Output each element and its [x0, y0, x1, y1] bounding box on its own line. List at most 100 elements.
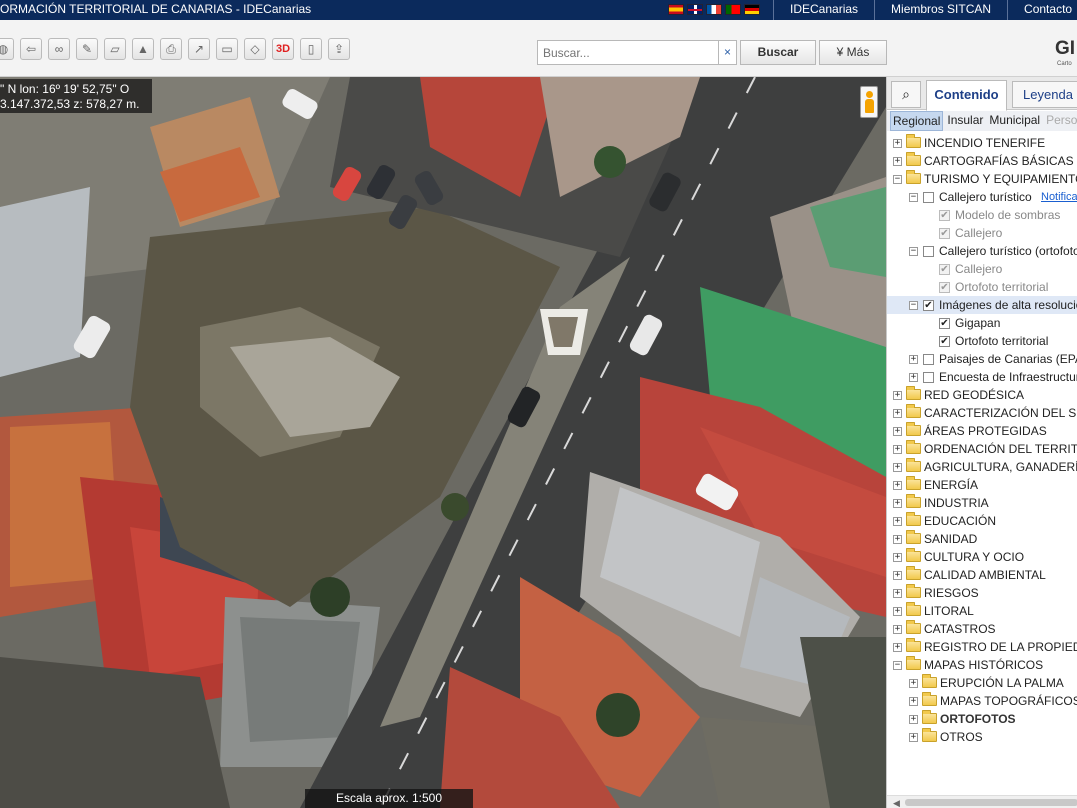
subtab-personal[interactable]: Perso: [1044, 111, 1077, 131]
street-view-pegman-icon[interactable]: [860, 86, 878, 118]
scroll-left-icon[interactable]: ◀: [893, 798, 900, 808]
link-idecanarias[interactable]: IDECanarias: [773, 0, 874, 20]
expand-icon[interactable]: +: [909, 679, 918, 688]
expand-icon[interactable]: +: [893, 553, 902, 562]
expand-icon[interactable]: +: [893, 391, 902, 400]
scrollbar-thumb[interactable]: [905, 799, 1077, 806]
layer-tree-node[interactable]: ✔ Gigapan: [887, 314, 1077, 332]
tab-contenido[interactable]: Contenido: [926, 80, 1007, 111]
layer-checkbox[interactable]: ✔: [939, 264, 950, 275]
subtab-regional[interactable]: Regional: [890, 111, 944, 131]
layer-tree-node[interactable]: + AGRICULTURA, GANADERÍA y: [887, 458, 1077, 476]
layer-checkbox[interactable]: ✔: [939, 318, 950, 329]
layer-tree-node[interactable]: + LITORAL: [887, 602, 1077, 620]
profile-icon[interactable]: ▲: [132, 38, 154, 60]
spanish-flag-icon[interactable]: [668, 4, 684, 15]
layer-tree-node[interactable]: − Callejero turístico (ortofoto: [887, 242, 1077, 260]
layer-tree-node[interactable]: − TURISMO Y EQUIPAMIENTOS: [887, 170, 1077, 188]
layer-tree-node[interactable]: + CARTOGRAFÍAS BÁSICAS: [887, 152, 1077, 170]
notification-link[interactable]: Notifica: [1041, 188, 1077, 206]
expand-icon[interactable]: +: [893, 445, 902, 454]
french-flag-icon[interactable]: [706, 4, 722, 15]
link-icon[interactable]: ∞: [48, 38, 70, 60]
expand-icon[interactable]: +: [893, 499, 902, 508]
subtab-municipal[interactable]: Municipal: [987, 111, 1042, 131]
expand-icon[interactable]: +: [893, 607, 902, 616]
layer-checkbox[interactable]: [923, 246, 934, 257]
expand-icon[interactable]: +: [893, 589, 902, 598]
expand-icon[interactable]: +: [893, 463, 902, 472]
layer-tree-node[interactable]: + EDUCACIÓN: [887, 512, 1077, 530]
book-icon[interactable]: ▯: [300, 38, 322, 60]
dimension-icon[interactable]: ▭: [216, 38, 238, 60]
expand-icon[interactable]: +: [893, 535, 902, 544]
layer-tree-node[interactable]: + CARACTERIZACIÓN DEL SUEL: [887, 404, 1077, 422]
layer-tree-node[interactable]: + INCENDIO TENERIFE: [887, 134, 1077, 152]
layer-tree-node[interactable]: + ERUPCIÓN LA PALMA: [887, 674, 1077, 692]
expand-icon[interactable]: +: [893, 139, 902, 148]
layer-tree-node[interactable]: + Paisajes de Canarias (EPAN: [887, 350, 1077, 368]
layer-checkbox[interactable]: ✔: [939, 228, 950, 239]
layer-tree-node[interactable]: + INDUSTRIA: [887, 494, 1077, 512]
layer-tree-node[interactable]: + CALIDAD AMBIENTAL: [887, 566, 1077, 584]
expand-icon[interactable]: +: [909, 373, 918, 382]
layers-icon[interactable]: ◇: [244, 38, 266, 60]
collapse-icon[interactable]: −: [909, 247, 918, 256]
english-flag-icon[interactable]: [687, 4, 703, 15]
layer-tree-node[interactable]: ✔ Ortofoto territorial: [887, 332, 1077, 350]
layer-tree-node[interactable]: + CATASTROS: [887, 620, 1077, 638]
globe-icon[interactable]: ◍: [0, 38, 14, 60]
subtab-insular[interactable]: Insular: [945, 111, 985, 131]
link-contacto[interactable]: Contacto: [1007, 0, 1077, 20]
collapse-icon[interactable]: −: [893, 661, 902, 670]
layer-checkbox[interactable]: ✔: [923, 300, 934, 311]
pencil-icon[interactable]: ✎: [76, 38, 98, 60]
layer-checkbox[interactable]: [923, 354, 934, 365]
expand-icon[interactable]: +: [909, 733, 918, 742]
link-miembros-sitcan[interactable]: Miembros SITCAN: [874, 0, 1007, 20]
layer-tree-node[interactable]: ✔ Ortofoto territorial: [887, 278, 1077, 296]
collapse-icon[interactable]: −: [909, 301, 918, 310]
layer-tree-node[interactable]: + ÁREAS PROTEGIDAS: [887, 422, 1077, 440]
layer-tree-node[interactable]: + Encuesta de Infraestructur: [887, 368, 1077, 386]
layer-tree-node[interactable]: + ORDENACIÓN DEL TERRITORI: [887, 440, 1077, 458]
layer-checkbox[interactable]: ✔: [939, 282, 950, 293]
layer-tree-node[interactable]: + RED GEODÉSICA: [887, 386, 1077, 404]
expand-icon[interactable]: +: [893, 643, 902, 652]
more-button[interactable]: ¥ Más: [819, 40, 887, 65]
3d-icon[interactable]: 3D: [272, 38, 294, 60]
expand-icon[interactable]: +: [909, 715, 918, 724]
layer-tree-node[interactable]: + REGISTRO DE LA PROPIEDAD: [887, 638, 1077, 656]
layer-tree-node[interactable]: + ORTOFOTOS: [887, 710, 1077, 728]
layer-tree-node[interactable]: ✔ Modelo de sombras: [887, 206, 1077, 224]
share-icon[interactable]: ⇪: [328, 38, 350, 60]
collapse-icon[interactable]: −: [893, 175, 902, 184]
back-icon[interactable]: ⇦: [20, 38, 42, 60]
print-icon[interactable]: ⎙: [160, 38, 182, 60]
horizontal-scrollbar[interactable]: ◀: [887, 795, 1077, 808]
expand-icon[interactable]: +: [893, 517, 902, 526]
expand-icon[interactable]: +: [893, 409, 902, 418]
layer-tree-node[interactable]: + RIESGOS: [887, 584, 1077, 602]
layer-tree-node[interactable]: ✔ Callejero: [887, 224, 1077, 242]
layer-checkbox[interactable]: ✔: [939, 210, 950, 221]
clear-search-icon[interactable]: ×: [719, 40, 737, 65]
layer-tree-node[interactable]: ✔ Callejero: [887, 260, 1077, 278]
search-button[interactable]: Buscar: [740, 40, 816, 65]
route-icon[interactable]: ↗: [188, 38, 210, 60]
layer-tree-node[interactable]: + OTROS: [887, 728, 1077, 746]
tab-search-icon[interactable]: ⌕: [891, 81, 921, 108]
expand-icon[interactable]: +: [893, 427, 902, 436]
expand-icon[interactable]: +: [893, 625, 902, 634]
expand-icon[interactable]: +: [909, 355, 918, 364]
layer-tree-node[interactable]: − ✔ Imágenes de alta resolució: [887, 296, 1077, 314]
expand-icon[interactable]: +: [893, 157, 902, 166]
layer-tree-node[interactable]: + SANIDAD: [887, 530, 1077, 548]
german-flag-icon[interactable]: [744, 4, 760, 15]
collapse-icon[interactable]: −: [909, 193, 918, 202]
layer-tree-node[interactable]: + MAPAS TOPOGRÁFICOS: [887, 692, 1077, 710]
ruler-icon[interactable]: ▱: [104, 38, 126, 60]
layer-tree-node[interactable]: + CULTURA Y OCIO: [887, 548, 1077, 566]
layer-tree-node[interactable]: − MAPAS HISTÓRICOS: [887, 656, 1077, 674]
layer-tree-node[interactable]: + ENERGÍA: [887, 476, 1077, 494]
